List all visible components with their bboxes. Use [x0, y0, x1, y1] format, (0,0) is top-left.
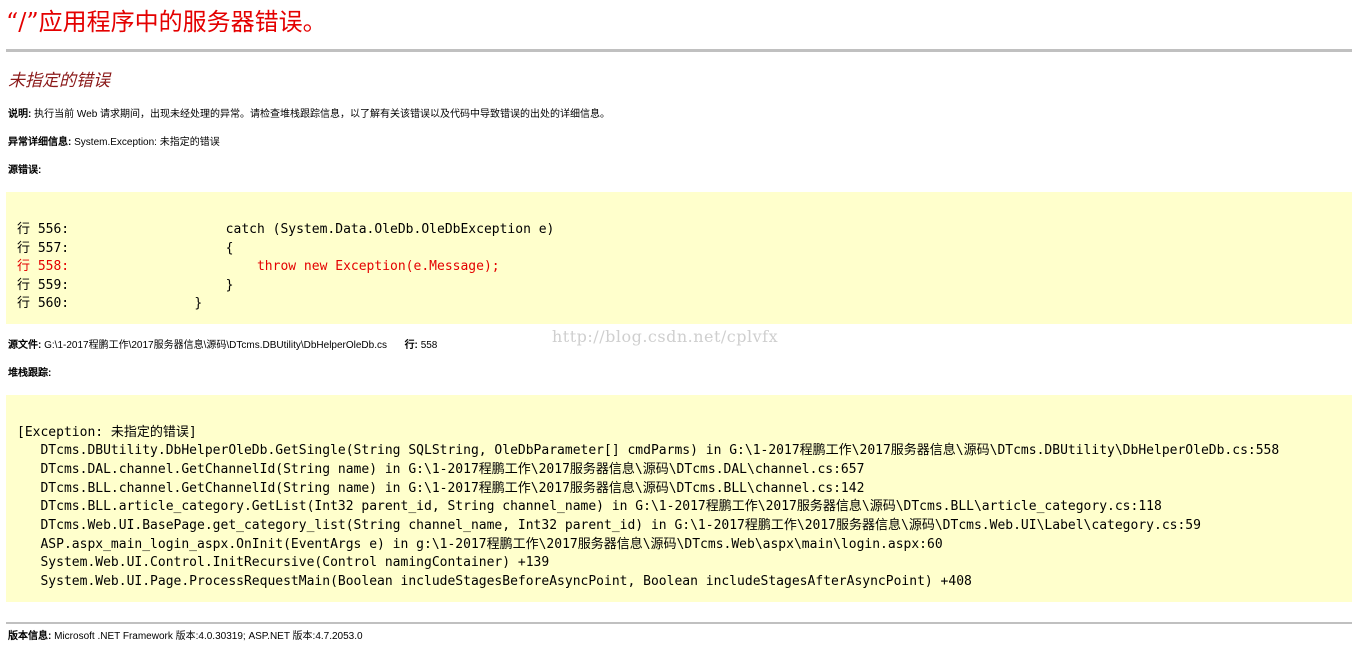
stack-trace-row: 堆栈跟踪:	[8, 367, 51, 381]
version-info-row: 版本信息: Microsoft .NET Framework 版本:4.0.30…	[8, 630, 363, 644]
source-line-number[interactable]: 558	[421, 340, 438, 351]
version-info-label: 版本信息:	[8, 631, 52, 642]
title-divider	[6, 49, 1352, 52]
stack-line[interactable]: DTcms.Web.UI.BasePage.get_category_list(…	[17, 517, 1200, 535]
error-message-heading: 未指定的错误	[8, 71, 110, 91]
stack-line[interactable]: System.Web.UI.Control.InitRecursive(Cont…	[17, 554, 549, 572]
exception-details-text[interactable]: System.Exception: 未指定的错误	[74, 137, 220, 148]
description-label: 说明:	[8, 109, 32, 120]
stack-line[interactable]: DTcms.BLL.article_category.GetList(Int32…	[17, 498, 1161, 516]
watermark: http://blog.csdn.net/cplvfx	[552, 327, 779, 346]
source-line-error[interactable]: 行 558: throw new Exception(e.Message);	[17, 258, 500, 276]
stack-line[interactable]: System.Web.UI.Page.ProcessRequestMain(Bo…	[17, 573, 971, 591]
source-line-label: 行:	[404, 340, 418, 351]
error-page: “/”应用程序中的服务器错误。 未指定的错误 说明: 执行当前 Web 请求期间…	[0, 0, 1352, 653]
source-error-code-block[interactable]: 行 556: catch (System.Data.OleDb.OleDbExc…	[6, 192, 1352, 324]
source-line[interactable]: 行 556: catch (System.Data.OleDb.OleDbExc…	[17, 221, 554, 239]
footer-divider	[6, 622, 1352, 624]
stack-line[interactable]: DTcms.DBUtility.DbHelperOleDb.GetSingle(…	[17, 442, 1279, 460]
description-row: 说明: 执行当前 Web 请求期间，出现未经处理的异常。请检查堆栈跟踪信息，以了…	[8, 108, 610, 122]
stack-trace-code-block[interactable]: [Exception: 未指定的错误] DTcms.DBUtility.DbHe…	[6, 395, 1352, 602]
source-line[interactable]: 行 560: }	[17, 295, 202, 313]
stack-trace-label: 堆栈跟踪:	[8, 368, 52, 379]
exception-details-label: 异常详细信息:	[8, 137, 72, 148]
source-error-row: 源错误:	[8, 164, 41, 178]
stack-line[interactable]: DTcms.BLL.channel.GetChannelId(String na…	[17, 480, 864, 498]
page-title: “/”应用程序中的服务器错误。	[6, 8, 327, 36]
exception-details-row: 异常详细信息: System.Exception: 未指定的错误	[8, 136, 220, 150]
description-text[interactable]: 执行当前 Web 请求期间，出现未经处理的异常。请检查堆栈跟踪信息，以了解有关该…	[34, 109, 610, 120]
source-line[interactable]: 行 559: }	[17, 277, 234, 295]
stack-line[interactable]: [Exception: 未指定的错误]	[17, 424, 197, 442]
source-line[interactable]: 行 557: {	[17, 240, 234, 258]
source-error-label: 源错误:	[8, 165, 42, 176]
stack-line[interactable]: DTcms.DAL.channel.GetChannelId(String na…	[17, 461, 864, 479]
stack-line[interactable]: ASP.aspx_main_login_aspx.OnInit(EventArg…	[17, 536, 942, 554]
source-file-path[interactable]: G:\1-2017程鹏工作\2017服务器信息\源码\DTcms.DBUtili…	[44, 340, 387, 351]
source-file-row: 源文件: G:\1-2017程鹏工作\2017服务器信息\源码\DTcms.DB…	[8, 339, 437, 353]
version-info-text[interactable]: Microsoft .NET Framework 版本:4.0.30319; A…	[54, 631, 362, 642]
source-file-label: 源文件:	[8, 340, 42, 351]
